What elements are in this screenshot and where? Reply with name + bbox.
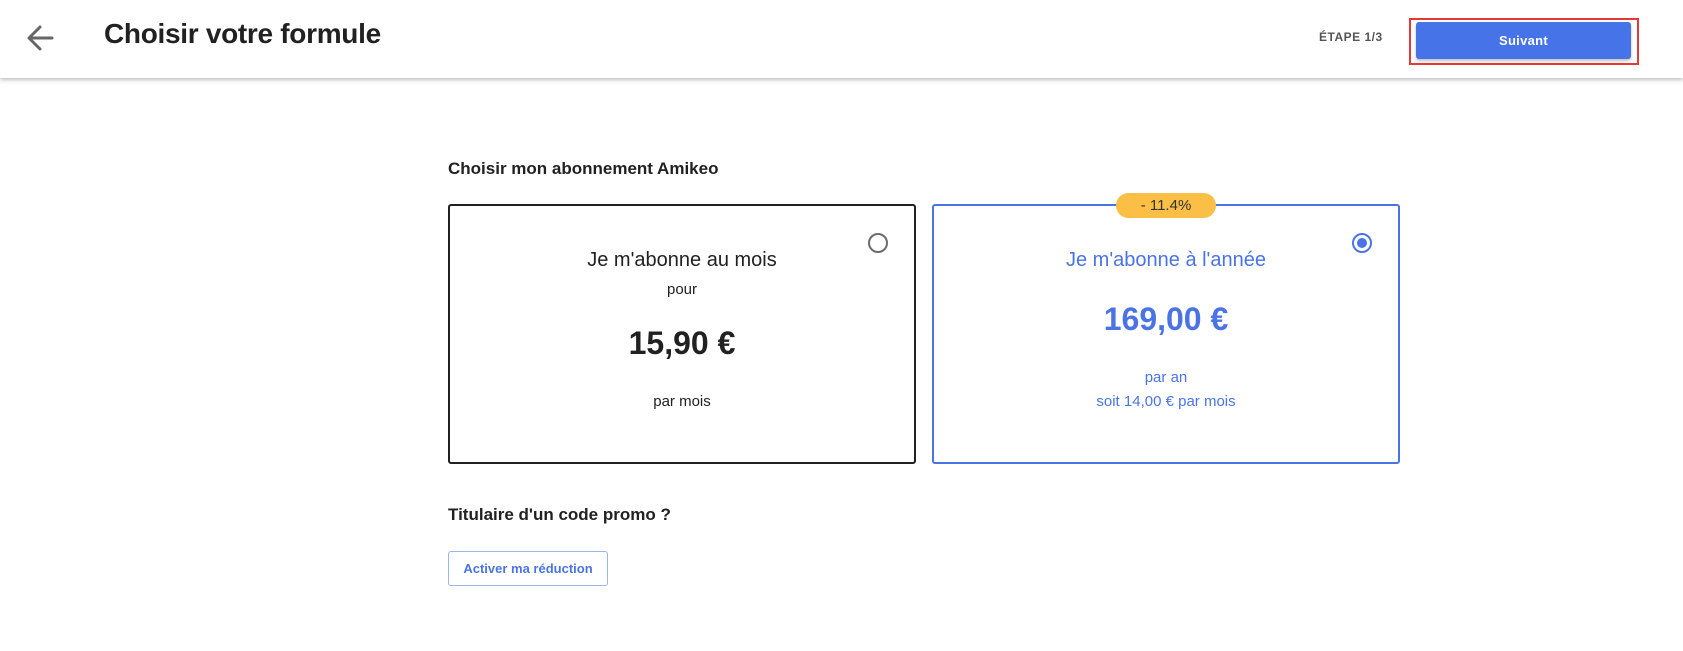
plan-card-yearly[interactable]: Je m'abonne à l'année 169,00 € par an so…: [932, 204, 1400, 464]
app-header: Choisir votre formule ÉTAPE 1/3 Suivant: [0, 0, 1683, 78]
plan-card-monthly[interactable]: Je m'abonne au mois pour 15,90 € par moi…: [448, 204, 916, 464]
arrow-left-icon: [27, 25, 54, 51]
promo-title: Titulaire d'un code promo ?: [448, 505, 671, 524]
plan-price-monthly: 15,90 €: [628, 325, 736, 361]
discount-badge: - 11.4%: [1116, 193, 1216, 218]
back-button[interactable]: [20, 20, 60, 56]
plan-price-yearly: 169,00 €: [1103, 301, 1229, 337]
plan-name-yearly: Je m'abonne à l'année: [1065, 249, 1266, 271]
plan-equivalent-yearly: soit 14,00 € par mois: [1096, 393, 1236, 410]
page-title: Choisir votre formule: [104, 18, 381, 49]
plan-period-monthly: par mois: [653, 393, 711, 410]
next-button-highlight: Suivant: [1409, 18, 1639, 65]
plan-sub-monthly: pour: [666, 281, 698, 298]
next-button[interactable]: Suivant: [1416, 22, 1631, 59]
step-indicator: ÉTAPE 1/3: [1319, 30, 1383, 44]
plan-name-monthly: Je m'abonne au mois: [587, 249, 777, 271]
plan-period-yearly: par an: [1144, 369, 1188, 386]
activate-discount-button[interactable]: Activer ma réduction: [448, 551, 608, 586]
subscription-section-title: Choisir mon abonnement Amikeo: [448, 159, 719, 178]
